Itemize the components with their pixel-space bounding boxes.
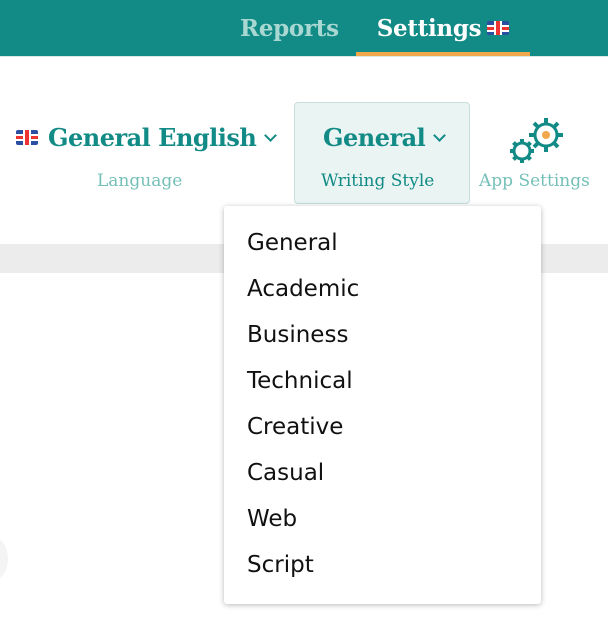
dropdown-item-casual[interactable]: Casual [247,450,527,496]
writing-style-dropdown: General Academic Business Technical Crea… [224,206,541,604]
gears-icon [510,118,563,163]
top-nav-bar: Reports Settings [0,0,608,56]
writing-style-selector[interactable]: General Writing Style [294,102,470,204]
language-value-text: General English [48,123,257,152]
dropdown-item-business[interactable]: Business [247,312,527,358]
writing-style-label: Writing Style [321,171,435,191]
uk-flag-icon [487,21,510,35]
dropdown-item-creative[interactable]: Creative [247,404,527,450]
dropdown-item-general[interactable]: General [247,220,527,266]
language-value: General English [16,123,278,152]
tab-reports[interactable]: Reports [240,0,339,56]
dropdown-item-technical[interactable]: Technical [247,358,527,404]
uk-flag-icon [16,130,38,145]
chevron-down-icon [433,129,447,142]
side-handle[interactable] [0,537,8,581]
tab-settings-label: Settings [376,14,482,42]
language-label: Language [97,171,183,191]
tab-settings[interactable]: Settings [356,0,530,56]
tab-reports-label: Reports [240,14,339,42]
chevron-down-icon [264,129,278,142]
language-selector[interactable]: General English Language [0,57,282,203]
dropdown-item-academic[interactable]: Academic [247,266,527,312]
dropdown-item-web[interactable]: Web [247,496,527,542]
writing-style-value: General [323,123,447,152]
writing-style-value-text: General [323,123,426,152]
dropdown-item-script[interactable]: Script [247,542,527,588]
app-settings-button[interactable]: App Settings [478,57,604,207]
app-settings-label: App Settings [479,171,590,191]
